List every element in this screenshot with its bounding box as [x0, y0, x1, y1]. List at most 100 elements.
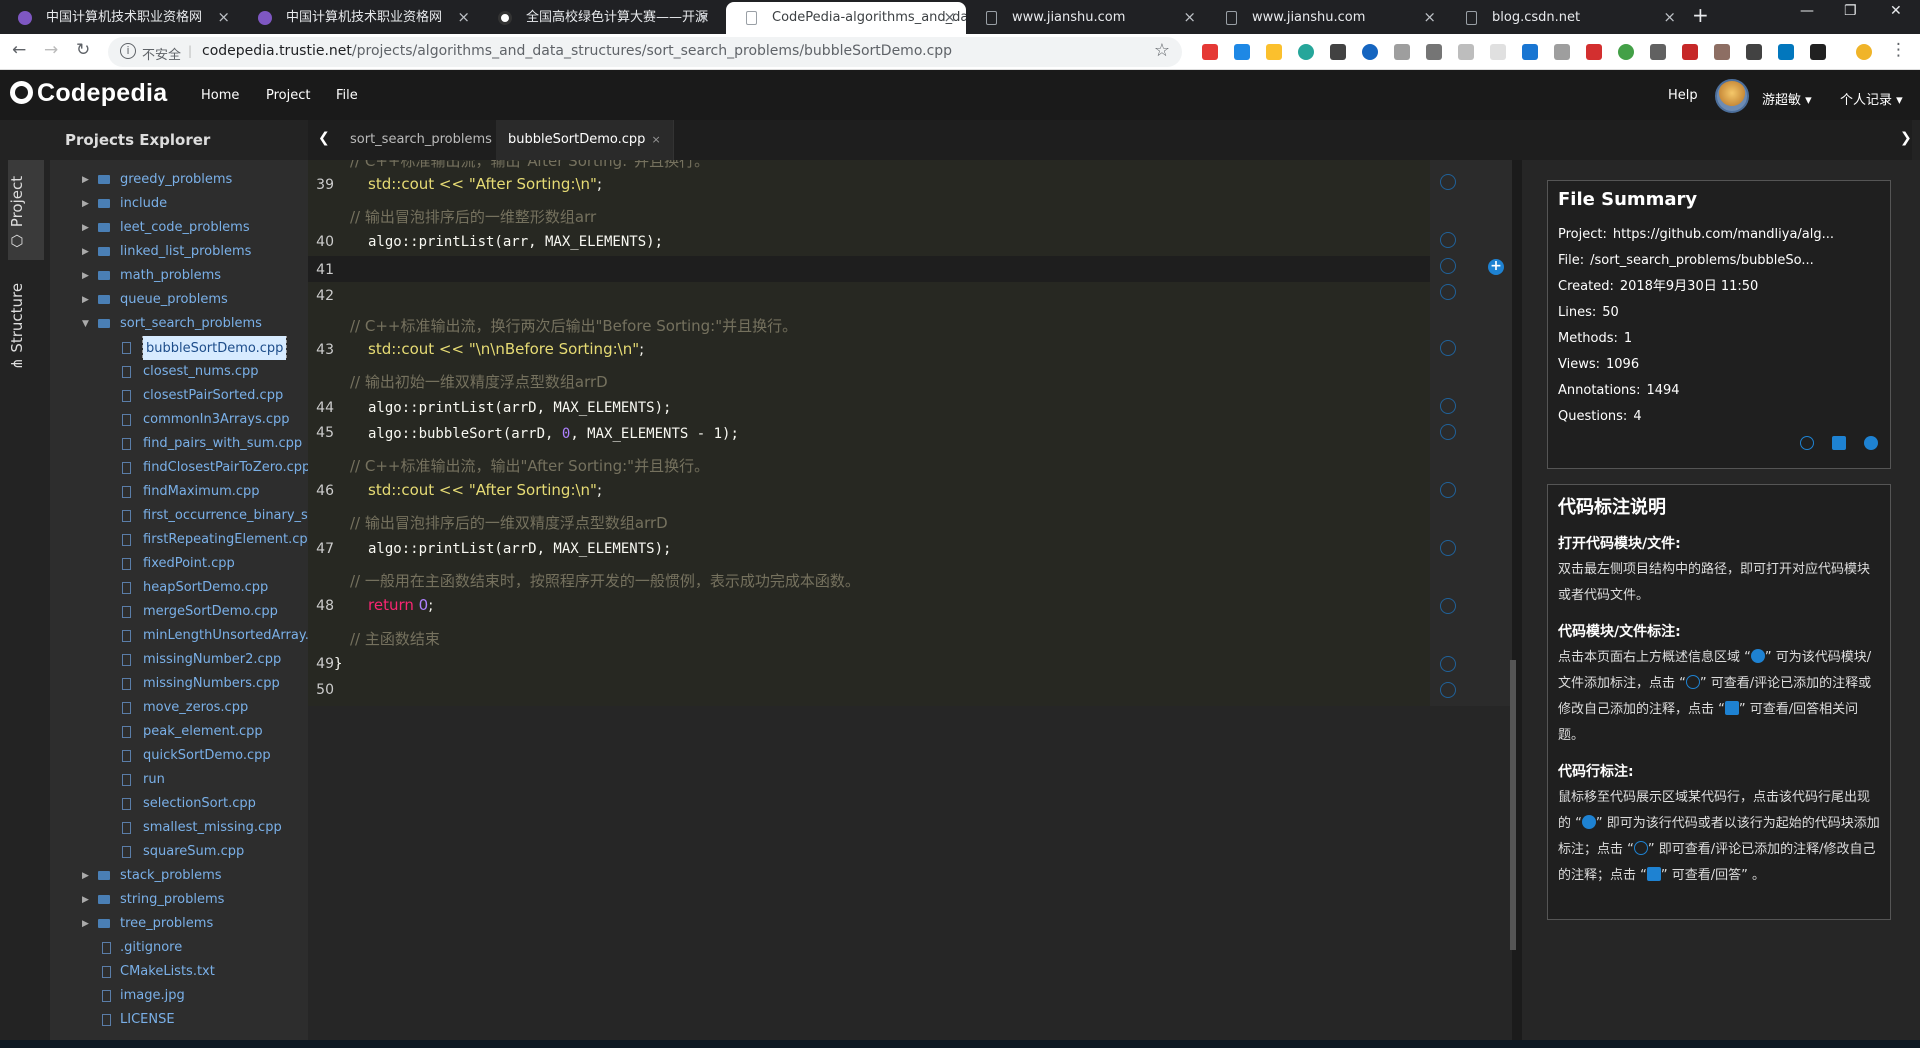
- close-window-icon[interactable]: ✕: [1890, 3, 1902, 19]
- tree-file[interactable]: closest_nums.cpp: [50, 360, 308, 384]
- extension-icon[interactable]: [1618, 44, 1634, 60]
- chevron-left-icon[interactable]: ❮: [318, 130, 330, 146]
- tree-folder[interactable]: ▶ queue_problems: [50, 288, 308, 312]
- extension-icon[interactable]: [1426, 44, 1442, 60]
- close-tab-icon[interactable]: ×: [217, 2, 230, 33]
- tree-file[interactable]: findMaximum.cpp: [50, 480, 308, 504]
- browser-tab[interactable]: 全国高校绿色计算大赛——开源 ×: [480, 2, 720, 34]
- tree-file[interactable]: .gitignore: [50, 936, 308, 960]
- comment-icon[interactable]: [1440, 424, 1456, 440]
- tree-folder[interactable]: ▶ greedy_problems: [50, 168, 308, 192]
- tree-file[interactable]: findClosestPairToZero.cpp: [50, 456, 308, 480]
- tab-structure[interactable]: ⋔ Structure: [8, 270, 44, 380]
- comment-icon[interactable]: [1440, 398, 1456, 414]
- avatar[interactable]: [1715, 79, 1749, 113]
- chevron-right-icon[interactable]: ▶: [82, 888, 89, 912]
- address-bar[interactable]: i 不安全 | codepedia.trustie.net/projects/a…: [108, 37, 1182, 67]
- editor-tab-active[interactable]: bubbleSortDemo.cpp ×: [496, 120, 674, 160]
- comment-icon[interactable]: [1440, 258, 1456, 274]
- chevron-right-icon[interactable]: ▶: [82, 168, 89, 192]
- comment-icon[interactable]: [1800, 436, 1814, 450]
- comment-icon[interactable]: [1440, 232, 1456, 248]
- browser-tab[interactable]: 中国计算机技术职业资格网 ×: [240, 2, 480, 34]
- close-tab-icon[interactable]: ×: [1423, 2, 1436, 33]
- tree-file[interactable]: minLengthUnsortedArray.cpp: [50, 624, 308, 648]
- tree-file[interactable]: find_pairs_with_sum.cpp: [50, 432, 308, 456]
- restore-icon[interactable]: ❐: [1844, 3, 1857, 19]
- scrollbar[interactable]: [1510, 660, 1516, 950]
- chevron-right-icon[interactable]: ▶: [82, 264, 89, 288]
- tree-file[interactable]: missingNumber2.cpp: [50, 648, 308, 672]
- user-records-menu[interactable]: 个人记录 ▾: [1840, 89, 1903, 108]
- menu-icon[interactable]: ⋮: [1890, 40, 1907, 60]
- extension-icon[interactable]: [1682, 44, 1698, 60]
- forward-icon[interactable]: →: [44, 40, 58, 60]
- tree-file[interactable]: firstRepeatingElement.cpp: [50, 528, 308, 552]
- bookmark-star-icon[interactable]: ☆: [1154, 40, 1170, 61]
- url-text[interactable]: codepedia.trustie.net/projects/algorithm…: [202, 43, 952, 59]
- comment-icon[interactable]: [1440, 482, 1456, 498]
- profile-avatar-icon[interactable]: [1856, 44, 1872, 60]
- extension-icon[interactable]: [1714, 44, 1730, 60]
- editor-tab[interactable]: sort_search_problems×: [338, 120, 521, 160]
- chevron-right-icon[interactable]: ▶: [82, 864, 89, 888]
- close-tab-icon[interactable]: ×: [697, 2, 710, 33]
- browser-tab[interactable]: www.jianshu.com ×: [1206, 2, 1446, 34]
- close-tab-icon[interactable]: ×: [1663, 2, 1676, 33]
- extension-icon[interactable]: [1554, 44, 1570, 60]
- extension-icon[interactable]: [1586, 44, 1602, 60]
- extension-icon[interactable]: [1394, 44, 1410, 60]
- extension-icon[interactable]: [1298, 44, 1314, 60]
- chevron-right-icon[interactable]: ❯: [1900, 130, 1912, 146]
- extension-icon[interactable]: [1490, 44, 1506, 60]
- document-icon[interactable]: [1832, 436, 1846, 450]
- browser-tab[interactable]: www.jianshu.com ×: [966, 2, 1206, 34]
- back-icon[interactable]: ←: [12, 40, 26, 60]
- browser-tab[interactable]: blog.csdn.net ×: [1446, 2, 1686, 34]
- tree-file[interactable]: squareSum.cpp: [50, 840, 308, 864]
- extension-icon[interactable]: [1234, 44, 1250, 60]
- tree-file[interactable]: peak_element.cpp: [50, 720, 308, 744]
- tree-folder[interactable]: ▶ math_problems: [50, 264, 308, 288]
- tree-file[interactable]: quickSortDemo.cpp: [50, 744, 308, 768]
- code-view[interactable]: // C++标准输出流，输出"After Sorting:"并且换行。 39 s…: [308, 160, 1430, 706]
- comment-icon[interactable]: [1440, 598, 1456, 614]
- chevron-right-icon[interactable]: ▶: [82, 216, 89, 240]
- menu-project[interactable]: Project: [266, 88, 310, 103]
- chevron-down-icon[interactable]: ▼: [82, 312, 89, 336]
- extension-icon[interactable]: [1458, 44, 1474, 60]
- browser-tab-active[interactable]: CodePedia-algorithms_and_da ×: [726, 2, 966, 34]
- menu-file[interactable]: File: [336, 88, 358, 103]
- tree-file[interactable]: CMakeLists.txt: [50, 960, 308, 984]
- comment-icon[interactable]: [1440, 174, 1456, 190]
- tree-file[interactable]: move_zeros.cpp: [50, 696, 308, 720]
- new-tab-icon[interactable]: +: [1692, 3, 1709, 27]
- tree-folder[interactable]: ▶ string_problems: [50, 888, 308, 912]
- extension-icon[interactable]: [1522, 44, 1538, 60]
- menu-home[interactable]: Home: [201, 88, 239, 103]
- extension-icon[interactable]: [1330, 44, 1346, 60]
- tree-file[interactable]: first_occurrence_binary_search: [50, 504, 308, 528]
- extension-icon[interactable]: [1746, 44, 1762, 60]
- comment-icon[interactable]: [1440, 540, 1456, 556]
- info-icon[interactable]: i: [120, 43, 136, 59]
- tree-folder[interactable]: ▶ include: [50, 192, 308, 216]
- tree-file[interactable]: missingNumbers.cpp: [50, 672, 308, 696]
- extension-icon[interactable]: [1778, 44, 1794, 60]
- tree-folder[interactable]: ▶ leet_code_problems: [50, 216, 308, 240]
- tree-folder[interactable]: ▶ tree_problems: [50, 912, 308, 936]
- tree-file[interactable]: bubbleSortDemo.cpp: [50, 336, 308, 360]
- tree-file[interactable]: commonIn3Arrays.cpp: [50, 408, 308, 432]
- help-link[interactable]: Help: [1668, 88, 1698, 103]
- tree-file[interactable]: LICENSE: [50, 1008, 308, 1032]
- minimize-icon[interactable]: —: [1800, 3, 1814, 19]
- tree-file[interactable]: mergeSortDemo.cpp: [50, 600, 308, 624]
- chevron-right-icon[interactable]: ▶: [82, 240, 89, 264]
- logo[interactable]: Codepedia: [10, 79, 168, 108]
- tree-file[interactable]: selectionSort.cpp: [50, 792, 308, 816]
- extension-icon[interactable]: [1202, 44, 1218, 60]
- reload-icon[interactable]: ↻: [76, 40, 90, 60]
- tree-file[interactable]: smallest_missing.cpp: [50, 816, 308, 840]
- tree-file[interactable]: heapSortDemo.cpp: [50, 576, 308, 600]
- browser-tab[interactable]: 中国计算机技术职业资格网 ×: [0, 2, 240, 34]
